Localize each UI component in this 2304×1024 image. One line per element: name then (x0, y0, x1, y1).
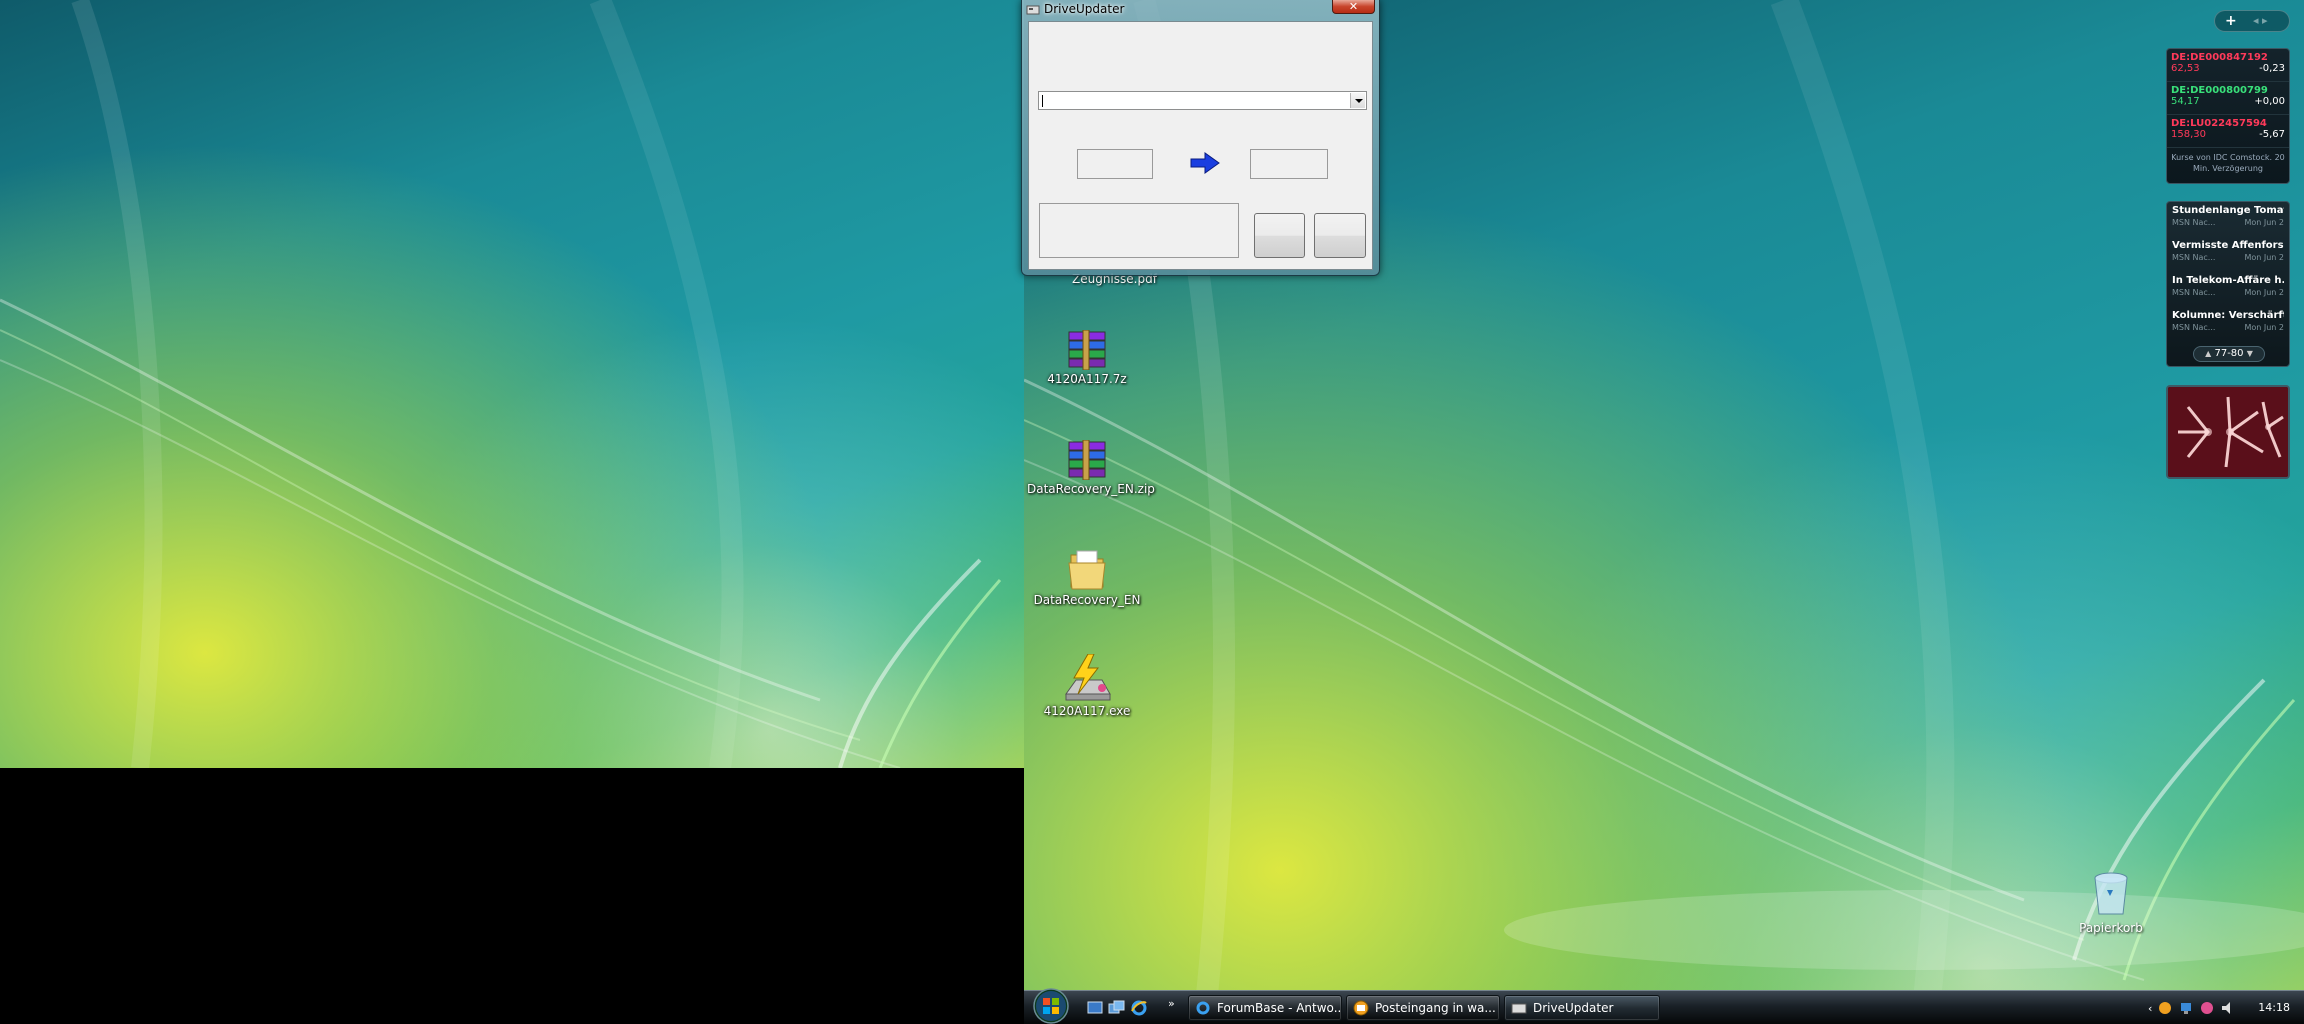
winrar-archive-icon (1068, 440, 1106, 480)
stock-symbol: DE:DE000847192 (2171, 52, 2268, 63)
task-button-label: DriveUpdater (1533, 1001, 1614, 1015)
stock-change: -0,23 (2259, 63, 2285, 74)
switch-windows-icon[interactable] (1108, 999, 1126, 1017)
winrar-archive-icon (1068, 330, 1106, 370)
sidebar-controls: + ◂ ▸ (2214, 10, 2290, 32)
recycle-bin[interactable]: Papierkorb (2076, 870, 2146, 935)
desktop-icon-label: DataRecovery_EN.zip (1027, 482, 1155, 496)
network-icon[interactable] (2178, 1000, 2194, 1016)
stock-row[interactable]: DE:DE000847192 62,53 -0,23 (2167, 49, 2289, 82)
news-title: In Telekom-Affäre h... (2172, 275, 2284, 286)
exit-button[interactable] (1314, 213, 1366, 258)
arrow-right-icon (1190, 152, 1220, 174)
text-caret (1042, 95, 1043, 107)
news-date: Mon Jun 2 (2244, 253, 2284, 262)
stock-symbol: DE:LU022457594 (2171, 118, 2267, 129)
stock-change: +0,00 (2254, 96, 2285, 107)
volume-icon[interactable] (2220, 1000, 2236, 1016)
mail-icon (1353, 1000, 1369, 1016)
desktop-icon-datarecovery-zip[interactable]: DataRecovery_EN.zip (1027, 440, 1155, 496)
news-item[interactable]: Kolumne: Verschärft... MSN Nac... Mon Jun… (2167, 307, 2289, 342)
news-source: MSN Nac... (2172, 253, 2216, 262)
slideshow-gadget[interactable] (2166, 385, 2290, 479)
security-icon[interactable] (2199, 1000, 2215, 1016)
news-date: Mon Jun 2 (2244, 323, 2284, 332)
desktop-icon-label: DataRecovery_EN (1033, 593, 1141, 607)
messenger-icon[interactable] (2157, 1000, 2173, 1016)
update-button[interactable] (1254, 213, 1305, 258)
tray-expand-button[interactable]: ‹ (2148, 1002, 2152, 1015)
stock-change: -5,67 (2259, 129, 2285, 140)
app-icon (1511, 1003, 1527, 1014)
window-title: DriveUpdater (1044, 2, 1125, 16)
flash-installer-icon (1065, 654, 1111, 701)
desktop-icon-4120a117-exe[interactable]: 4120A117.exe (1027, 654, 1147, 718)
taskbar: » ForumBase - Antwo... Posteingang in wa… (1024, 987, 2304, 1024)
news-source: MSN Nac... (2172, 323, 2216, 332)
wallpaper-left (0, 0, 1024, 768)
recycle-bin-icon (2094, 872, 2128, 915)
window-client-area (1028, 21, 1373, 270)
stock-symbol: DE:DE000800799 (2171, 85, 2268, 96)
ie-icon (1196, 1001, 1210, 1015)
news-date: Mon Jun 2 (2244, 288, 2284, 297)
pager-down-icon[interactable]: ▼ (2247, 349, 2253, 358)
news-item[interactable]: In Telekom-Affäre h... MSN Nac... Mon Jun… (2167, 272, 2289, 307)
chevron-down-icon[interactable] (1350, 93, 1365, 108)
clock[interactable]: 14:18 (2258, 1001, 2290, 1014)
status-box (1039, 203, 1239, 258)
ie-icon[interactable] (1130, 999, 1148, 1017)
close-icon: ✕ (1348, 0, 1359, 13)
system-tray: ‹ 14:18 (2144, 991, 2304, 1024)
recycle-bin-label: Papierkorb (2079, 921, 2143, 935)
news-title: Stundenlange Tomat... (2172, 205, 2284, 216)
new-version-box (1250, 149, 1328, 179)
close-button[interactable]: ✕ (1332, 0, 1375, 14)
show-desktop-icon[interactable] (1086, 999, 1104, 1017)
desktop-icon-4120a117-7z[interactable]: 4120A117.7z (1027, 330, 1147, 386)
news-page-range: 77-80 (2214, 348, 2244, 359)
news-item[interactable]: Vermisste Affenforsc... MSN Nac... Mon Ju… (2167, 237, 2289, 272)
news-source: MSN Nac... (2172, 218, 2216, 227)
news-pager: ▲ 77-80 ▼ (2193, 346, 2265, 362)
news-item[interactable]: Stundenlange Tomat... MSN Nac... Mon Jun … (2167, 202, 2289, 237)
pager-up-icon[interactable]: ▲ (2205, 349, 2211, 358)
stocks-footer: Kurse von IDC Comstock. 20 Min. Verzöger… (2171, 153, 2285, 173)
sidebar-nav-arrows[interactable]: ◂ ▸ (2253, 14, 2268, 27)
news-title: Vermisste Affenforsc... (2172, 240, 2284, 251)
desktop-icon-datarecovery-folder[interactable]: DataRecovery_EN (1027, 547, 1147, 607)
news-gadget[interactable]: Stundenlange Tomat... MSN Nac... Mon Jun … (2166, 201, 2290, 367)
app-icon (1026, 5, 1040, 15)
window-titlebar[interactable]: DriveUpdater ✕ (1022, 0, 1379, 18)
task-button-driveupdater[interactable]: DriveUpdater (1504, 995, 1660, 1021)
quicklaunch-more-button[interactable]: » (1168, 997, 1175, 1010)
current-version-box (1077, 149, 1153, 179)
task-button-forumbase[interactable]: ForumBase - Antwo... (1188, 995, 1342, 1021)
news-title: Kolumne: Verschärft... (2172, 310, 2284, 321)
drive-select-combo[interactable] (1038, 91, 1367, 110)
news-source: MSN Nac... (2172, 288, 2216, 297)
folder-icon (1068, 550, 1106, 590)
task-button-label: ForumBase - Antwo... (1217, 1001, 1342, 1015)
desktop-icon-label: 4120A117.exe (1043, 704, 1131, 718)
task-button-posteingang[interactable]: Posteingang in wa... (1346, 995, 1500, 1021)
desktop-icon-label: 4120A117.7z (1047, 372, 1127, 386)
stock-row[interactable]: DE:LU022457594 158,30 -5,67 (2167, 115, 2289, 148)
add-gadget-button[interactable]: + (2225, 13, 2237, 29)
driveupdater-window[interactable]: DriveUpdater ✕ (1021, 0, 1380, 276)
slideshow-photo (2168, 387, 2288, 477)
news-date: Mon Jun 2 (2244, 218, 2284, 227)
stocks-gadget[interactable]: DE:DE000847192 62,53 -0,23 DE:DE00080079… (2166, 48, 2290, 184)
task-button-label: Posteingang in wa... (1375, 1001, 1496, 1015)
start-button[interactable] (1032, 987, 1070, 1024)
stock-row[interactable]: DE:DE000800799 54,17 +0,00 (2167, 82, 2289, 115)
